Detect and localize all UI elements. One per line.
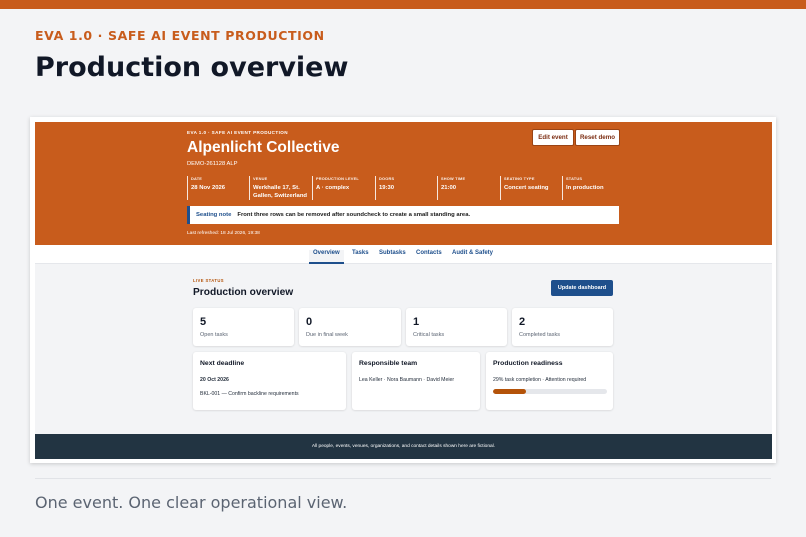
readiness-progress-bar [493, 389, 607, 394]
tab-audit-safety[interactable]: Audit & Safety [452, 250, 493, 264]
next-deadline-card: Next deadline 20 Oct 2026 BKL-001 — Conf… [193, 352, 346, 410]
meta-label: DATE [191, 176, 203, 181]
seating-note-text: Front three rows can be removed after so… [237, 212, 471, 218]
stat-open-tasks: 5 Open tasks [193, 308, 294, 346]
meta-label: VENUE [253, 176, 268, 181]
stat-due-final-week: 0 Due in final week [299, 308, 401, 346]
meta-label: DOORS [379, 176, 395, 181]
meta-venue: VENUE Werkhalle 17, St. Gallen, Switzerl… [249, 176, 311, 200]
reset-demo-button[interactable]: Reset demo [575, 129, 620, 146]
meta-date: DATE 28 Nov 2026 [187, 176, 248, 200]
deadline-task: BKL-001 — Confirm backline requirements [200, 391, 299, 397]
edit-event-button[interactable]: Edit event [532, 129, 574, 146]
meta-label: PRODUCTION LEVEL [316, 176, 359, 181]
card-title: Next deadline [200, 360, 245, 367]
responsible-team-card: Responsible team Lea Keller · Nora Bauma… [352, 352, 480, 410]
section-title: Production overview [193, 287, 294, 298]
meta-value: A · complex [316, 185, 350, 191]
meta-label: SEATING TYPE [504, 176, 535, 181]
team-members: Lea Keller · Nora Baumann · David Meier [359, 377, 455, 383]
update-dashboard-button[interactable]: Update dashboard [551, 280, 613, 296]
seating-note-label: Seating note [196, 212, 232, 218]
page-caption: One event. One clear operational view. [35, 493, 348, 512]
screenshot-frame: EVA 1.0 · SAFE AI EVENT PRODUCTION Alpen… [30, 117, 776, 463]
stat-label: Completed tasks [519, 332, 560, 338]
meta-value: 19:30 [379, 185, 395, 191]
stat-value: 5 [200, 316, 207, 328]
meta-label: SHOW TIME [441, 176, 466, 181]
top-accent-bar [0, 0, 806, 9]
tab-contacts[interactable]: Contacts [416, 250, 442, 264]
app-kicker: EVA 1.0 · SAFE AI EVENT PRODUCTION [187, 130, 288, 135]
seating-note: Seating note Front three rows can be rem… [187, 206, 619, 224]
meta-value: 28 Nov 2026 [191, 185, 226, 191]
live-status-label: LIVE STATUS [193, 278, 224, 283]
divider [35, 478, 771, 479]
readiness-progress-fill [493, 389, 527, 394]
meta-production-level: PRODUCTION LEVEL A · complex [312, 176, 374, 200]
tab-overview[interactable]: Overview [309, 250, 344, 264]
last-refreshed: Last refreshed: 18 Jul 2026, 19:38 [187, 231, 260, 236]
fictional-disclaimer-footer: All people, events, venues, organization… [35, 434, 772, 459]
event-header: EVA 1.0 · SAFE AI EVENT PRODUCTION Alpen… [35, 122, 772, 245]
tab-subtasks[interactable]: Subtasks [379, 250, 406, 264]
stat-label: Critical tasks [413, 332, 445, 338]
page-kicker: EVA 1.0 · SAFE AI EVENT PRODUCTION [35, 28, 325, 43]
meta-value: 21:00 [441, 185, 457, 191]
meta-show-time: SHOW TIME 21:00 [437, 176, 499, 200]
meta-value: Werkhalle 17, St. Gallen, Switzerland [253, 185, 308, 199]
stat-label: Due in final week [306, 332, 348, 338]
event-name: Alpenlicht Collective [187, 139, 340, 156]
tab-bar: Overview Tasks Subtasks Contacts Audit &… [35, 245, 772, 264]
page-title: Production overview [35, 52, 349, 83]
stat-completed-tasks: 2 Completed tasks [512, 308, 613, 346]
stat-label: Open tasks [200, 332, 228, 338]
meta-label: STATUS [566, 176, 583, 181]
stat-value: 0 [306, 316, 313, 328]
card-title: Responsible team [359, 360, 418, 367]
card-title: Production readiness [493, 360, 563, 367]
app-screen: EVA 1.0 · SAFE AI EVENT PRODUCTION Alpen… [35, 122, 772, 459]
stat-critical-tasks: 1 Critical tasks [406, 308, 507, 346]
production-readiness-card: Production readiness 29% task completion… [486, 352, 613, 410]
readiness-summary: 29% task completion · Attention required [493, 377, 587, 383]
event-id: DEMO-261128 ALP [187, 161, 238, 167]
stat-value: 2 [519, 316, 526, 328]
meta-seating-type: SEATING TYPE Concert seating [500, 176, 562, 200]
meta-value: Concert seating [504, 185, 549, 191]
stat-value: 1 [413, 316, 420, 328]
tab-tasks[interactable]: Tasks [352, 250, 369, 264]
meta-status: STATUS In production [562, 176, 620, 200]
meta-doors: DOORS 19:30 [375, 176, 436, 200]
meta-value: In production [566, 185, 604, 191]
deadline-date: 20 Oct 2026 [200, 377, 229, 383]
